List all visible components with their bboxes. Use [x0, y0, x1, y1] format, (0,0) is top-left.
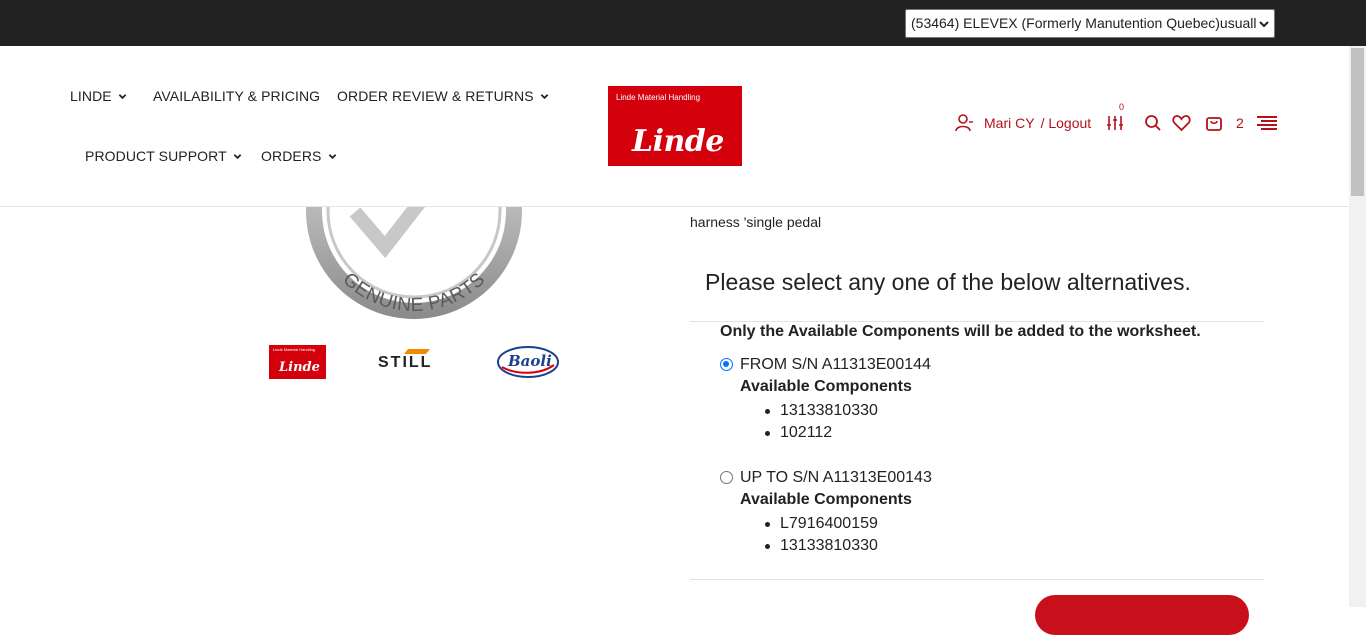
- cart-icon: [1206, 117, 1222, 131]
- page-scrollbar[interactable]: [1349, 46, 1366, 607]
- search-button[interactable]: [1144, 112, 1162, 134]
- component-item: L7916400159: [765, 513, 878, 535]
- nav-availability-pricing[interactable]: AVAILABILITY & PRICING: [153, 88, 320, 104]
- component-item: 13133810330: [765, 400, 878, 422]
- hamburger-menu-icon: [1257, 116, 1277, 130]
- divider: [690, 321, 1264, 322]
- account-select-value: (53464) ELEVEX (Formerly Manutention Que…: [911, 15, 1257, 31]
- linde-logo[interactable]: Linde Material Handling Linde: [608, 86, 742, 166]
- chevron-down-icon: [118, 93, 127, 99]
- option-1-heading: Available Components: [740, 378, 912, 395]
- still-brand-text: STILL: [378, 354, 433, 371]
- nav-linde-label: LINDE: [70, 88, 112, 104]
- heart-icon: [1172, 115, 1191, 132]
- compare-button[interactable]: 0: [1105, 102, 1125, 134]
- wishlist-button[interactable]: [1172, 112, 1191, 134]
- compare-count: 0: [1119, 102, 1125, 112]
- chevron-down-icon: [328, 153, 336, 159]
- linde-brand-logo: Linde Material Handling Linde: [269, 345, 326, 379]
- still-brand-logo: STILL: [378, 348, 450, 372]
- nav-order-review-label: ORDER REVIEW & RETURNS: [337, 88, 534, 104]
- divider: [690, 579, 1264, 580]
- user-icon: [955, 114, 973, 132]
- chevron-down-icon: [1259, 21, 1269, 28]
- cart-button[interactable]: 2: [1205, 112, 1244, 134]
- nav-order-review-returns[interactable]: ORDER REVIEW & RETURNS: [337, 88, 549, 104]
- logout-link[interactable]: / Logout: [1041, 115, 1092, 131]
- submit-button[interactable]: [1035, 595, 1249, 635]
- nav-orders-label: ORDERS: [261, 148, 322, 164]
- option-1-label[interactable]: FROM S/N A11313E00144: [740, 356, 931, 374]
- linde-brand-subtitle: Linde Material Handling: [273, 347, 316, 352]
- logo-subtitle: Linde Material Handling: [616, 93, 701, 102]
- scrollbar-thumb[interactable]: [1351, 48, 1364, 196]
- baoli-brand-text: Baoli: [508, 352, 552, 370]
- option-2-components: L7916400159 13133810330: [765, 513, 878, 557]
- product-description: harness 'single pedal: [690, 214, 822, 230]
- site-header: LINDE AVAILABILITY & PRICING ORDER REVIE…: [0, 46, 1349, 207]
- worksheet-note: Only the Available Components will be ad…: [720, 323, 1201, 340]
- chevron-down-icon: [233, 153, 242, 159]
- user-name[interactable]: Mari CY: [984, 115, 1035, 131]
- component-item: 102112: [765, 422, 878, 444]
- nav-orders[interactable]: ORDERS: [261, 148, 337, 164]
- nav-product-support[interactable]: PRODUCT SUPPORT: [85, 148, 242, 164]
- sliders-icon: [1107, 116, 1123, 130]
- menu-button[interactable]: [1257, 112, 1277, 134]
- option-2-heading: Available Components: [740, 491, 912, 508]
- user-account[interactable]: Mari CY / Logout: [954, 112, 1091, 134]
- baoli-brand-logo: Baoli: [496, 345, 560, 379]
- option-2-radio[interactable]: [720, 471, 733, 484]
- search-icon: [1145, 115, 1161, 131]
- nav-product-support-label: PRODUCT SUPPORT: [85, 148, 227, 164]
- option-1-radio[interactable]: [720, 358, 733, 371]
- logo-brand: Linde: [632, 124, 724, 159]
- genuine-parts-badge-icon: GENUINE PARTS: [306, 207, 522, 319]
- nav-linde[interactable]: LINDE: [70, 88, 127, 104]
- option-1-components: 13133810330 102112: [765, 400, 878, 444]
- option-2-label[interactable]: UP TO S/N A11313E00143: [740, 469, 932, 487]
- component-item: 13133810330: [765, 535, 878, 557]
- alternatives-prompt: Please select any one of the below alter…: [705, 269, 1191, 295]
- top-bar: (53464) ELEVEX (Formerly Manutention Que…: [0, 0, 1366, 46]
- nav-availability-label: AVAILABILITY & PRICING: [153, 88, 321, 104]
- linde-brand-text: Linde: [279, 360, 320, 375]
- account-select[interactable]: (53464) ELEVEX (Formerly Manutention Que…: [905, 9, 1275, 38]
- genuine-parts-seal: GENUINE PARTS: [300, 207, 530, 325]
- cart-count: 2: [1236, 115, 1244, 131]
- chevron-down-icon: [540, 93, 548, 99]
